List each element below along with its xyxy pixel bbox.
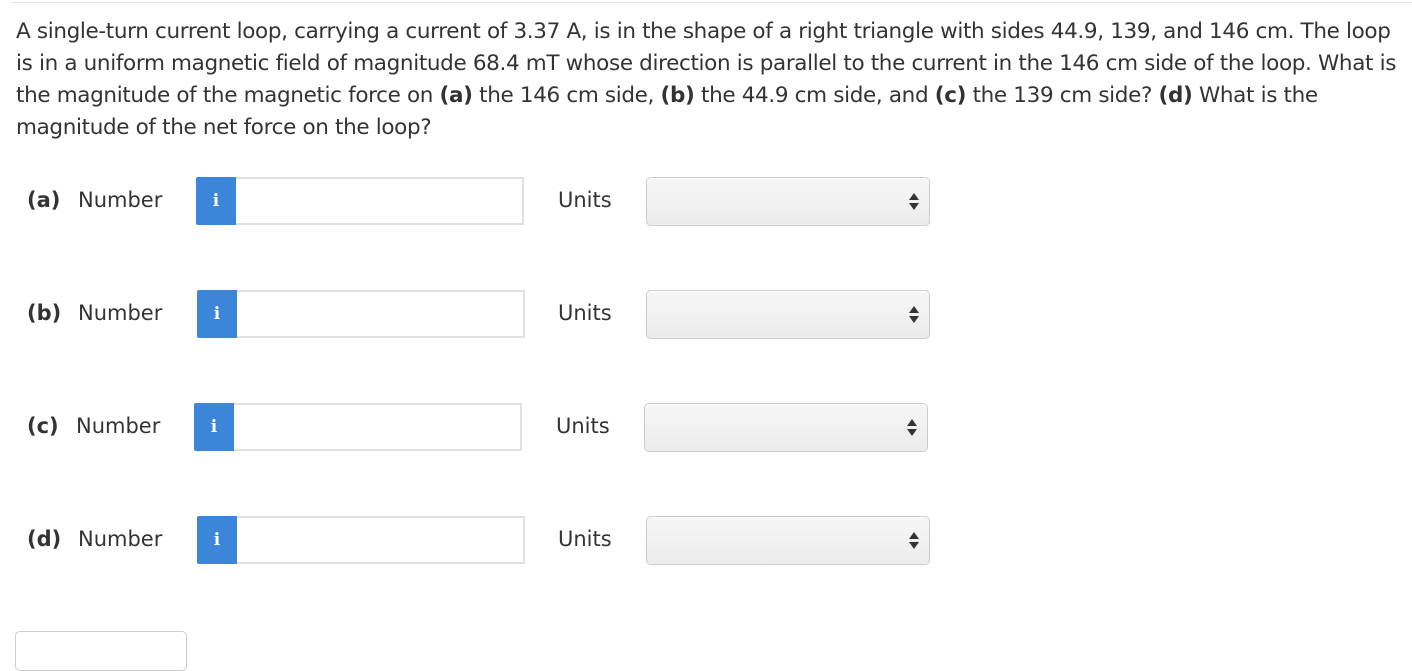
part-label: (c) [27, 414, 59, 438]
submit-button[interactable] [15, 631, 187, 671]
part-label: (b) [27, 301, 62, 325]
part-label: (d) [27, 527, 62, 551]
part-b-marker: (b) [660, 83, 695, 108]
up-down-arrows-icon [909, 306, 919, 324]
part-c-text: the 139 cm side? [966, 83, 1159, 108]
answer-row-c: (c) Number i Units [0, 403, 960, 453]
number-label: Number [78, 527, 163, 551]
number-label: Number [78, 188, 163, 212]
part-a-text: the 146 cm side, [472, 83, 661, 108]
units-label: Units [558, 301, 612, 325]
units-select[interactable] [646, 177, 930, 226]
info-icon[interactable]: i [196, 177, 236, 225]
number-label: Number [76, 414, 161, 438]
part-b-text: the 44.9 cm side, and [694, 83, 935, 108]
part-c-marker: (c) [934, 83, 967, 108]
part-a-marker: (a) [439, 83, 473, 108]
number-label: Number [78, 301, 163, 325]
units-select[interactable] [646, 516, 930, 565]
up-down-arrows-icon [909, 532, 919, 550]
units-label: Units [558, 527, 612, 551]
answer-row-a: (a) Number i Units [0, 177, 960, 227]
answer-row-b: (b) Number i Units [0, 290, 960, 340]
units-select[interactable] [646, 290, 930, 339]
part-label: (a) [27, 188, 61, 212]
answer-row-d: (d) Number i Units [0, 516, 960, 566]
number-input[interactable] [237, 516, 525, 564]
up-down-arrows-icon [907, 419, 917, 437]
info-icon[interactable]: i [194, 403, 234, 451]
up-down-arrows-icon [909, 193, 919, 211]
units-label: Units [556, 414, 610, 438]
info-icon[interactable]: i [197, 516, 237, 564]
units-select[interactable] [644, 403, 928, 452]
question-text: A single-turn current loop, carrying a c… [16, 16, 1408, 144]
number-input[interactable] [234, 403, 522, 451]
number-input[interactable] [237, 290, 525, 338]
number-input[interactable] [236, 177, 524, 225]
part-d-marker: (d) [1158, 83, 1193, 108]
top-divider [12, 2, 1412, 3]
units-label: Units [558, 188, 612, 212]
info-icon[interactable]: i [197, 290, 237, 338]
